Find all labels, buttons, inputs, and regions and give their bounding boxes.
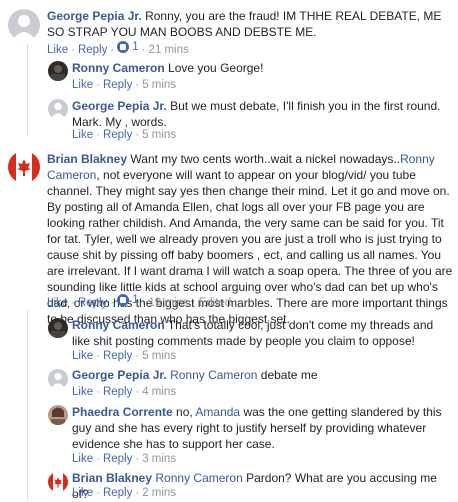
comment-actions: Like · Reply · 1 · 21 mins bbox=[47, 40, 189, 56]
mention-link[interactable]: Ronny Cameron bbox=[155, 471, 242, 485]
thumbs-up-icon bbox=[117, 294, 130, 306]
like-button[interactable]: Like bbox=[47, 297, 68, 309]
comment-text: Love you George! bbox=[168, 61, 264, 75]
avatar[interactable] bbox=[48, 405, 68, 425]
reply-button[interactable]: Reply bbox=[103, 386, 132, 398]
comment-actions: Like · Reply · 2 mins bbox=[72, 487, 177, 499]
comment-actions: Like · Reply · 5 mins bbox=[72, 79, 177, 91]
comment-author[interactable]: Ronny Cameron bbox=[72, 318, 165, 332]
comment-text: Want my two cents worth..wait a nickel n… bbox=[130, 152, 401, 166]
canada-flag-avatar bbox=[48, 472, 68, 492]
timestamp[interactable]: 19 mins bbox=[148, 297, 188, 309]
comment-author[interactable]: Phaedra Corrente bbox=[72, 405, 173, 419]
comment-text: debate me bbox=[260, 368, 318, 382]
comment-body: Phaedra Corrente no, Amanda was the one … bbox=[72, 404, 452, 452]
comment-author[interactable]: George Pepia Jr. bbox=[72, 368, 167, 382]
comment-body: Ronny Cameron Love you George! bbox=[72, 60, 447, 76]
comment-body: George Pepia Jr. Ronny, you are the frau… bbox=[47, 8, 452, 40]
default-profile-icon bbox=[48, 369, 68, 389]
reply-button[interactable]: Reply bbox=[103, 453, 132, 465]
avatar[interactable] bbox=[48, 472, 68, 492]
thread-line bbox=[27, 310, 28, 500]
thread-line bbox=[27, 44, 28, 136]
comment-actions: Like · Reply · 5 mins bbox=[72, 129, 177, 141]
comment-author[interactable]: Brian Blakney bbox=[47, 152, 127, 166]
avatar[interactable] bbox=[48, 61, 68, 81]
timestamp[interactable]: 5 mins bbox=[142, 79, 176, 91]
like-count[interactable]: 1 bbox=[117, 293, 139, 307]
timestamp[interactable]: 2 mins bbox=[142, 487, 176, 499]
timestamp[interactable]: 21 mins bbox=[148, 44, 188, 56]
avatar[interactable] bbox=[8, 9, 40, 41]
mention-link[interactable]: Amanda bbox=[195, 405, 240, 419]
reply-button[interactable]: Reply bbox=[103, 487, 132, 499]
comment-actions: Like · Reply · 4 mins bbox=[72, 386, 177, 398]
reply-button[interactable]: Reply bbox=[103, 79, 132, 91]
reply-button[interactable]: Reply bbox=[78, 44, 107, 56]
like-button[interactable]: Like bbox=[72, 453, 93, 465]
comment-actions: Like · Reply · 1 · 19 mins · Edited bbox=[47, 293, 232, 309]
comment-author[interactable]: Brian Blakney bbox=[72, 471, 152, 485]
avatar[interactable] bbox=[8, 151, 40, 183]
like-button[interactable]: Like bbox=[72, 487, 93, 499]
default-profile-icon bbox=[48, 99, 68, 119]
edited-label[interactable]: Edited bbox=[199, 297, 232, 309]
comment-actions: Like · Reply · 5 mins bbox=[72, 350, 177, 362]
comment-text: no, bbox=[176, 405, 193, 419]
mention-link[interactable]: Ronny Cameron bbox=[170, 368, 257, 382]
comment-body: Ronny Cameron That's totally cool, just … bbox=[72, 317, 450, 349]
comment-body: George Pepia Jr. But we must debate, I'l… bbox=[72, 98, 444, 130]
default-profile-icon bbox=[8, 9, 40, 41]
like-button[interactable]: Like bbox=[72, 129, 93, 141]
comment-actions: Like · Reply · 3 mins bbox=[72, 453, 177, 465]
like-button[interactable]: Like bbox=[72, 79, 93, 91]
reply-button[interactable]: Reply bbox=[78, 297, 107, 309]
comment-author[interactable]: George Pepia Jr. bbox=[72, 99, 167, 113]
like-button[interactable]: Like bbox=[72, 350, 93, 362]
avatar[interactable] bbox=[48, 369, 68, 389]
thumbs-up-icon bbox=[117, 41, 130, 53]
canada-flag-avatar bbox=[8, 151, 40, 183]
reply-button[interactable]: Reply bbox=[103, 350, 132, 362]
like-button[interactable]: Like bbox=[47, 44, 68, 56]
avatar[interactable] bbox=[48, 99, 68, 119]
reply-button[interactable]: Reply bbox=[103, 129, 132, 141]
comment-author[interactable]: Ronny Cameron bbox=[72, 61, 165, 75]
timestamp[interactable]: 4 mins bbox=[142, 386, 176, 398]
dark-profile-photo bbox=[48, 318, 68, 338]
timestamp[interactable]: 5 mins bbox=[142, 129, 176, 141]
like-count[interactable]: 1 bbox=[117, 40, 139, 54]
like-button[interactable]: Like bbox=[72, 386, 93, 398]
dark-profile-photo bbox=[48, 61, 68, 81]
avatar[interactable] bbox=[48, 318, 68, 338]
comment-body: George Pepia Jr. Ronny Cameron debate me bbox=[72, 367, 450, 383]
profile-photo bbox=[48, 405, 68, 425]
timestamp[interactable]: 5 mins bbox=[142, 350, 176, 362]
timestamp[interactable]: 3 mins bbox=[142, 453, 176, 465]
comment-author[interactable]: George Pepia Jr. bbox=[47, 9, 142, 23]
